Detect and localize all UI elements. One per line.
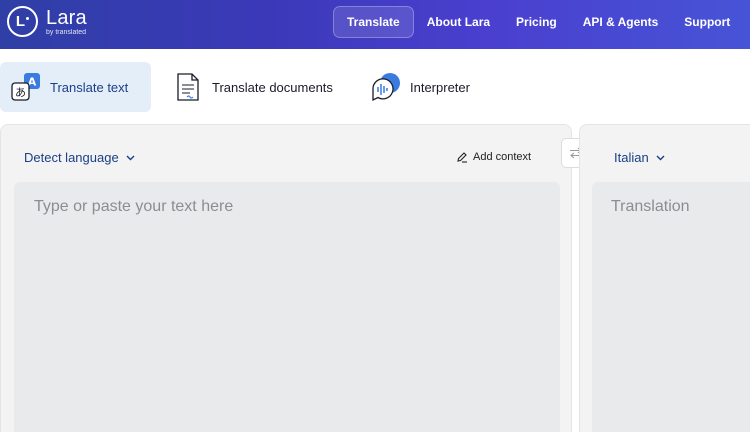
brand-name: Lara xyxy=(46,6,87,29)
tab-translate-text[interactable]: A あ Translate text xyxy=(0,62,151,112)
pencil-icon xyxy=(457,152,467,163)
translation-placeholder: Translation xyxy=(611,198,690,215)
nav-support[interactable]: Support xyxy=(671,6,743,38)
tab-interpreter[interactable]: Interpreter xyxy=(370,62,470,112)
source-language-label: Detect language xyxy=(24,150,119,165)
translate-language-icon: A あ xyxy=(10,71,42,103)
translation-output[interactable]: Translation xyxy=(592,182,750,432)
source-panel: Detect language Add context xyxy=(0,124,572,432)
nav-about[interactable]: About Lara xyxy=(414,6,503,38)
lara-logo[interactable]: L Lara by translated xyxy=(7,6,87,37)
top-header: L Lara by translated Translate About Lar… xyxy=(0,0,750,49)
svg-text:あ: あ xyxy=(15,86,26,99)
nav-overflow-item[interactable]: W xyxy=(743,6,750,38)
logo-text: Lara by translated xyxy=(46,8,87,36)
interpreter-voice-icon xyxy=(370,71,402,103)
add-context-button[interactable]: Add context xyxy=(456,151,531,163)
tab-translate-documents[interactable]: Translate documents xyxy=(172,62,333,112)
target-language-label: Italian xyxy=(614,150,649,165)
brand-tagline: by translated xyxy=(46,28,87,36)
main-nav: Translate About Lara Pricing API & Agent… xyxy=(333,5,750,38)
nav-api-agents[interactable]: API & Agents xyxy=(570,6,672,38)
logo-mark-icon: L xyxy=(7,6,38,37)
source-language-select[interactable]: Detect language xyxy=(24,150,135,165)
add-context-label: Add context xyxy=(473,151,532,163)
target-panel: Italian Translation xyxy=(579,124,750,432)
tab-translate-documents-label: Translate documents xyxy=(212,79,333,95)
document-icon xyxy=(172,71,204,103)
chevron-down-icon xyxy=(126,155,135,160)
tab-interpreter-label: Interpreter xyxy=(410,79,470,95)
source-text-input[interactable] xyxy=(14,182,560,432)
nav-pricing[interactable]: Pricing xyxy=(503,6,570,38)
nav-translate[interactable]: Translate xyxy=(333,5,414,38)
target-language-select[interactable]: Italian xyxy=(614,150,665,165)
chevron-down-icon xyxy=(656,155,665,160)
tab-translate-text-label: Translate text xyxy=(50,79,129,95)
